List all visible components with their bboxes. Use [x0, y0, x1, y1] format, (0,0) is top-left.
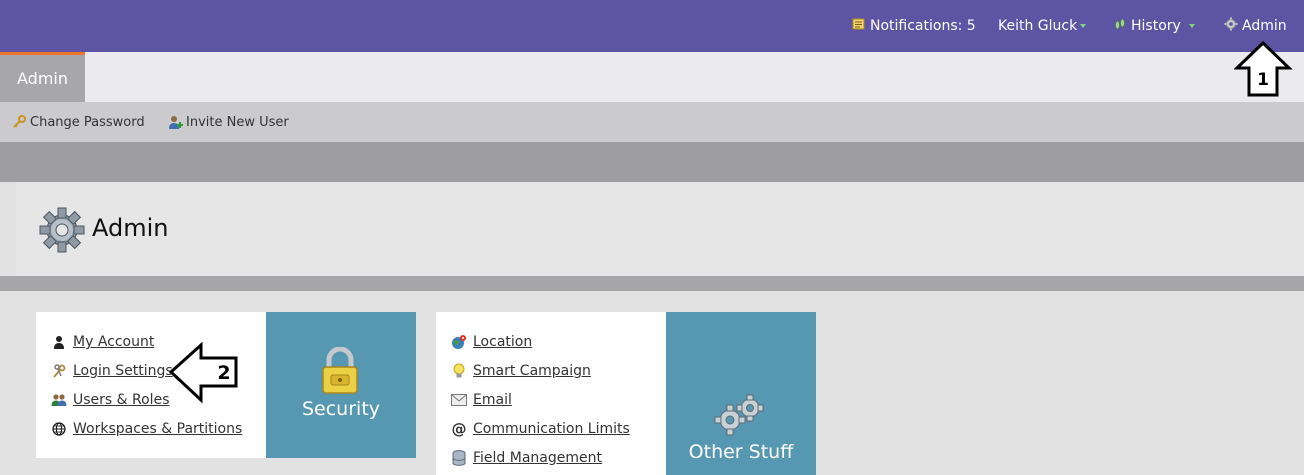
- page-title: Admin: [92, 214, 169, 242]
- user-name-label: Keith Gluck: [998, 18, 1078, 34]
- keys-icon: [51, 363, 67, 379]
- communication-limits-link[interactable]: @ Communication Limits: [451, 418, 630, 440]
- key-icon: [12, 115, 26, 129]
- globe-icon: [51, 421, 67, 437]
- top-navigation-bar: [0, 0, 1304, 52]
- user-menu[interactable]: Keith Gluck: [998, 0, 1087, 52]
- location-label[interactable]: Location: [473, 334, 532, 350]
- communication-limits-label[interactable]: Communication Limits: [473, 421, 630, 437]
- history-label: History: [1131, 18, 1181, 34]
- notifications-menu[interactable]: Notifications: 5: [852, 0, 976, 52]
- tab-row: [0, 52, 1304, 102]
- security-tile[interactable]: Security: [266, 312, 416, 458]
- admin-gear-icon: [38, 206, 86, 258]
- callout-arrow-left: 2: [168, 342, 238, 404]
- content-spacer: [0, 142, 1304, 182]
- notepad-icon: [852, 17, 866, 35]
- smart-campaign-label[interactable]: Smart Campaign: [473, 363, 591, 379]
- admin-label: Admin: [1242, 18, 1287, 34]
- users-roles-link[interactable]: Users & Roles: [51, 389, 169, 411]
- security-tile-label: Security: [301, 398, 381, 420]
- gear-icon: [1224, 17, 1238, 35]
- smart-campaign-link[interactable]: Smart Campaign: [451, 360, 591, 382]
- user-icon: [51, 334, 67, 350]
- email-label[interactable]: Email: [473, 392, 512, 408]
- callout-number-1: 1: [1257, 70, 1269, 90]
- section-divider: [0, 276, 1304, 291]
- workspaces-partitions-link[interactable]: Workspaces & Partitions: [51, 418, 242, 440]
- tab-admin[interactable]: Admin: [0, 52, 85, 102]
- other-stuff-tile-label: Other Stuff: [688, 441, 794, 463]
- invite-new-user-button[interactable]: Invite New User: [168, 102, 289, 142]
- gears-icon: [714, 394, 766, 440]
- my-account-label[interactable]: My Account: [73, 334, 154, 350]
- login-settings-label[interactable]: Login Settings: [73, 363, 173, 379]
- tab-admin-label: Admin: [17, 69, 68, 88]
- field-management-link[interactable]: Field Management: [451, 447, 602, 469]
- email-icon: [451, 392, 467, 408]
- login-settings-link[interactable]: Login Settings: [51, 360, 173, 382]
- footprints-icon: [1113, 17, 1127, 35]
- chevron-down-icon: [1080, 24, 1087, 28]
- invite-new-user-label: Invite New User: [186, 114, 289, 130]
- history-menu[interactable]: History: [1113, 0, 1195, 52]
- change-password-label: Change Password: [30, 114, 145, 130]
- page-header-panel: [16, 182, 1304, 276]
- other-stuff-tile[interactable]: Other Stuff: [666, 312, 816, 475]
- callout-number-2: 2: [217, 362, 230, 384]
- location-link[interactable]: Location: [451, 331, 532, 353]
- database-icon: [451, 450, 467, 466]
- padlock-icon: [320, 346, 360, 399]
- notifications-label: Notifications: 5: [870, 18, 976, 34]
- add-user-icon: [168, 115, 183, 130]
- change-password-button[interactable]: Change Password: [12, 102, 145, 142]
- at-icon: @: [451, 420, 467, 438]
- field-management-label[interactable]: Field Management: [473, 450, 602, 466]
- users-roles-label[interactable]: Users & Roles: [73, 392, 169, 408]
- callout-arrow-up: 1: [1234, 40, 1293, 97]
- chevron-down-icon: [1188, 24, 1195, 28]
- my-account-link[interactable]: My Account: [51, 331, 154, 353]
- email-link[interactable]: Email: [451, 389, 512, 411]
- users-icon: [51, 392, 67, 408]
- lightbulb-icon: [451, 363, 467, 379]
- location-globe-icon: [451, 334, 467, 350]
- workspaces-partitions-label[interactable]: Workspaces & Partitions: [73, 421, 242, 437]
